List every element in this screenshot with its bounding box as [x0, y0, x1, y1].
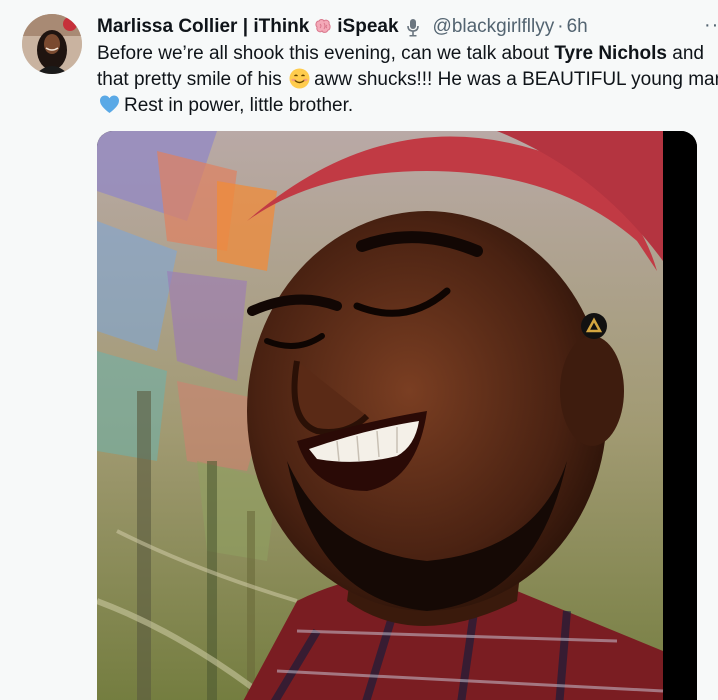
profile-photo-icon [22, 14, 82, 74]
author-handle[interactable]: @blackgirlfllyy [433, 16, 555, 38]
tweet-timestamp[interactable]: 6h [567, 16, 588, 38]
author-avatar[interactable] [22, 14, 82, 74]
separator-dot: · [557, 16, 564, 37]
tweet-text: Before we’re all shook this evening, can… [97, 41, 718, 119]
tweet-text-line-3: Rest in power, little brother. [97, 93, 718, 119]
tweet-text-segment: Before we’re all shook this evening, can… [97, 43, 555, 64]
author-name-suffix[interactable]: iSpeak [337, 16, 398, 38]
tweet-text-segment: Rest in power, little brother. [124, 95, 354, 116]
tweet-text-segment: that pretty smile of his [97, 69, 282, 90]
tweet-header: Marlissa Collier | iThink iSpeak @blackg… [97, 14, 588, 40]
blue-heart-emoji-icon [99, 94, 120, 115]
tweet[interactable]: Marlissa Collier | iThink iSpeak @blackg… [0, 0, 718, 700]
tweet-text-segment: aww shucks!!! He was a BEAUTIFUL young m… [314, 69, 718, 90]
tweet-media-image[interactable] [97, 131, 697, 700]
tweet-text-line-1: Before we’re all shook this evening, can… [97, 41, 718, 67]
photo-of-smiling-man-icon [97, 131, 697, 700]
author-display-name[interactable]: Marlissa Collier | iThink [97, 16, 309, 38]
brain-emoji-icon [313, 17, 333, 37]
tweet-text-bold-name: Tyre Nichols [554, 43, 667, 64]
tweet-text-line-2: that pretty smile of his aww shucks!!! H… [97, 67, 718, 93]
smiling-face-emoji-icon [289, 68, 310, 89]
more-options-button[interactable]: ·· [704, 14, 718, 40]
microphone-emoji-icon [403, 17, 423, 37]
tweet-text-segment: and [666, 43, 704, 64]
